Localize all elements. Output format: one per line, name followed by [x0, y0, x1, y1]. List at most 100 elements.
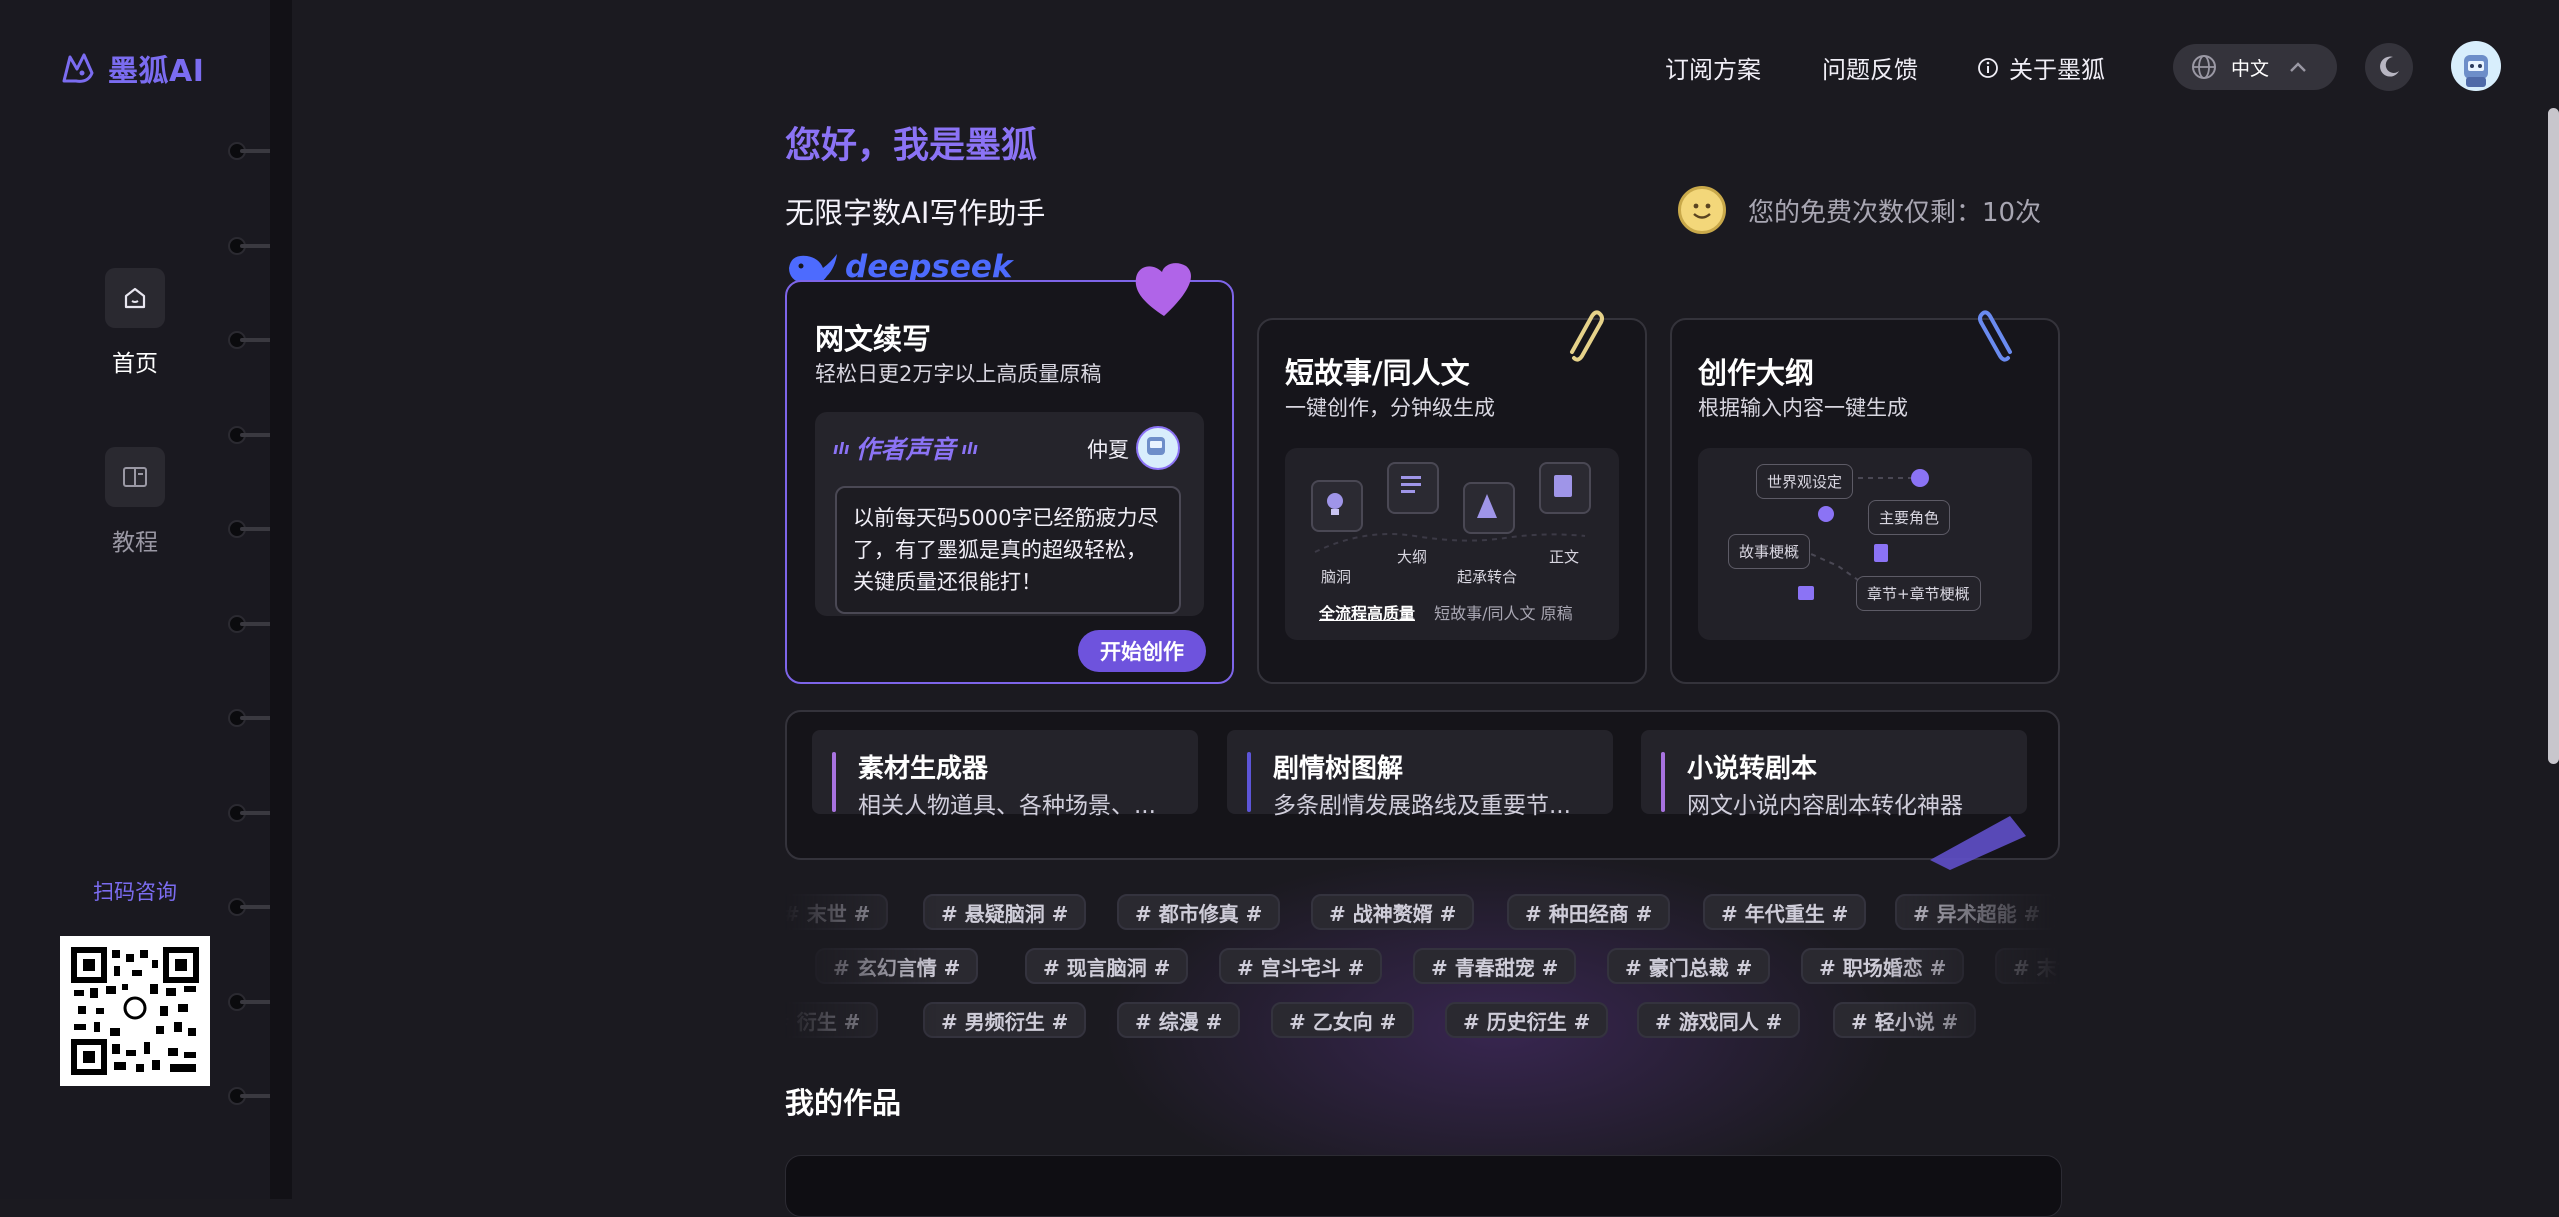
outline-mindmap: 世界观设定 主要角色 故事梗概 章节+章节梗概: [1698, 448, 2032, 640]
genre-tag[interactable]: # 玄幻言情 #: [815, 948, 979, 984]
genre-tag[interactable]: # 末世 #: [785, 894, 889, 930]
author-avatar: [1136, 426, 1180, 470]
genre-tag[interactable]: # 男频衍生 #: [923, 1002, 1087, 1038]
info-icon: [1978, 57, 1998, 78]
about-link[interactable]: 关于墨狐: [1977, 50, 2105, 85]
genre-tag[interactable]: # 历史衍生 #: [1445, 1002, 1609, 1038]
free-usage-label: 您的免费次数仅剩：: [1748, 197, 1983, 228]
theme-toggle-button[interactable]: [2365, 43, 2413, 91]
start-create-button[interactable]: 开始创作: [1078, 630, 1206, 672]
genre-tag[interactable]: # 现言脑洞 #: [1025, 948, 1189, 984]
avatar-character-icon: [2464, 55, 2488, 87]
genre-tag[interactable]: # 综漫 #: [1117, 1002, 1241, 1038]
step-label: 脑洞: [1321, 568, 1352, 586]
step-label: 正文: [1549, 548, 1580, 566]
genre-tag[interactable]: # 异术超能 #: [1895, 894, 2059, 930]
quality-highlight: 全流程高质量: [1319, 604, 1416, 623]
soundwave-icon: ılı: [961, 438, 978, 458]
tool-accent-bar: [1247, 752, 1251, 812]
sidebar-item-tutorial[interactable]: 教程: [0, 447, 270, 557]
greeting-title: 您好，我是墨狐: [785, 125, 1038, 166]
genre-tag[interactable]: # 职场婚恋 #: [1801, 948, 1965, 984]
mindmap-node: 章节+章节梗概: [1856, 576, 1981, 611]
my-works-title: 我的作品: [785, 1086, 902, 1120]
short-story-card[interactable]: 短故事/同人文 一键创作，分钟级生成 脑洞 大纲 起承转合 正文 全流程高质量 …: [1257, 318, 1647, 684]
subscribe-link[interactable]: 订阅方案: [1665, 50, 1761, 85]
sidebar-item-home[interactable]: 首页: [0, 268, 270, 378]
genre-tag[interactable]: # 宫斗宅斗 #: [1219, 948, 1383, 984]
novel-to-script-tool[interactable]: 小说转剧本 网文小说内容剧本转化神器: [1641, 730, 2027, 819]
tape-sticker-icon: [1930, 816, 2026, 870]
genre-tag[interactable]: # 乙女向 #: [1271, 1002, 1415, 1038]
greeting-subtitle: 无限字数AI写作助手: [785, 196, 1046, 230]
step-label: 大纲: [1397, 548, 1428, 566]
sidebar: 墨狐AI 首页 教程 扫码咨询: [0, 0, 292, 1199]
outline-card[interactable]: 创作大纲 根据输入内容一键生成 世界观设定 主要角色 故事梗概 章节+章节梗概: [1670, 318, 2060, 684]
plot-tree-tool[interactable]: 剧情树图解 多条剧情发展路线及重要节...: [1227, 730, 1613, 819]
language-switcher[interactable]: 中文: [2173, 44, 2337, 90]
mindmap-node: 故事梗概: [1728, 534, 1811, 569]
bulb-icon: [1311, 480, 1363, 532]
novel-continue-card[interactable]: 网文续写 轻松日更2万字以上高质量原稿 ılı 作者声音 ılı 仲夏 以前每天…: [785, 280, 1234, 684]
paperclip-icon: [1570, 310, 1604, 362]
genre-tag[interactable]: # 末世 #: [1995, 948, 2060, 984]
soundwave-icon: ılı: [833, 438, 850, 458]
card-subtitle: 一键创作，分钟级生成: [1285, 396, 1495, 420]
genre-tag[interactable]: # 都市修真 #: [1117, 894, 1281, 930]
genre-tag[interactable]: # 青春甜宠 #: [1413, 948, 1577, 984]
outline-icon: [1387, 462, 1439, 514]
genre-tag[interactable]: # 种田经商 #: [1507, 894, 1671, 930]
free-usage-indicator: 您的免费次数仅剩：10次: [1678, 186, 2041, 234]
qr-code-image: [60, 936, 210, 1086]
tool-desc: 相关人物道具、各种场景、...: [858, 793, 1156, 819]
card-title: 网文续写: [815, 322, 932, 356]
genre-tag[interactable]: # 战神赘婿 #: [1311, 894, 1475, 930]
process-illustration: 脑洞 大纲 起承转合 正文 全流程高质量 短故事/同人文 原稿: [1285, 448, 1619, 640]
free-usage-count: 10次: [1982, 197, 2042, 228]
chevron-up-icon: [2290, 62, 2306, 72]
author-name: 仲夏: [1087, 438, 1129, 462]
globe-icon: [2192, 55, 2216, 79]
fox-logo-icon: [62, 53, 94, 83]
step-label: 起承转合: [1457, 568, 1518, 586]
heart-sticker-icon: [1135, 263, 1191, 316]
tool-accent-bar: [1661, 752, 1665, 812]
user-avatar[interactable]: [2451, 41, 2501, 91]
tool-title: 剧情树图解: [1273, 754, 1404, 784]
genre-tag[interactable]: # 豪门总裁 #: [1607, 948, 1771, 984]
card-title: 创作大纲: [1698, 356, 1815, 390]
sidebar-spine: [270, 0, 292, 1199]
smiley-coin-icon: [1678, 186, 1726, 234]
genre-tag[interactable]: # 悬疑脑洞 #: [923, 894, 1087, 930]
card-subtitle: 轻松日更2万字以上高质量原稿: [815, 362, 1102, 386]
material-generator-tool[interactable]: 素材生成器 相关人物道具、各种场景、...: [812, 730, 1198, 819]
tool-desc: 多条剧情发展路线及重要节...: [1273, 793, 1571, 819]
tool-title: 小说转剧本: [1687, 754, 1818, 784]
feedback-link[interactable]: 问题反馈: [1822, 50, 1918, 85]
testimonial-quote: 以前每天码5000字已经筋疲力尽了，有了墨狐是真的超级轻松，关键质量还很能打！: [835, 486, 1181, 614]
paperclip-icon: [1978, 310, 2012, 362]
my-works-panel: [785, 1155, 2062, 1217]
genre-tag[interactable]: # 衍生 #: [785, 1002, 879, 1038]
mindmap-node: 主要角色: [1868, 500, 1951, 535]
genre-tag[interactable]: # 游戏同人 #: [1637, 1002, 1801, 1038]
quality-caption: 短故事/同人文 原稿: [1434, 604, 1573, 623]
page-scrollbar[interactable]: [2548, 108, 2559, 764]
author-voice-label: 作者声音: [855, 435, 956, 464]
author-voice-panel: ılı 作者声音 ılı 仲夏 以前每天码5000字已经筋疲力尽了，有了墨狐是真…: [815, 412, 1204, 616]
genre-tag[interactable]: # 轻小说 #: [1833, 1002, 1977, 1038]
language-label: 中文: [2231, 57, 2270, 80]
tool-title: 素材生成器: [858, 754, 989, 784]
card-subtitle: 根据输入内容一键生成: [1698, 396, 1908, 420]
genre-tag[interactable]: # 年代重生 #: [1703, 894, 1867, 930]
document-icon: [1539, 462, 1591, 514]
app-logo[interactable]: 墨狐AI: [60, 46, 204, 90]
tool-accent-bar: [832, 752, 836, 812]
card-title: 短故事/同人文: [1285, 356, 1470, 390]
app-name: 墨狐AI: [108, 54, 205, 89]
home-icon: [105, 268, 165, 328]
genre-tags: # 末世 # # 悬疑脑洞 # # 都市修真 # # 战神赘婿 # # 种田经商…: [785, 888, 2060, 1048]
about-label: 关于墨狐: [2009, 56, 2105, 84]
structure-icon: [1463, 482, 1515, 534]
book-icon: [105, 447, 165, 507]
